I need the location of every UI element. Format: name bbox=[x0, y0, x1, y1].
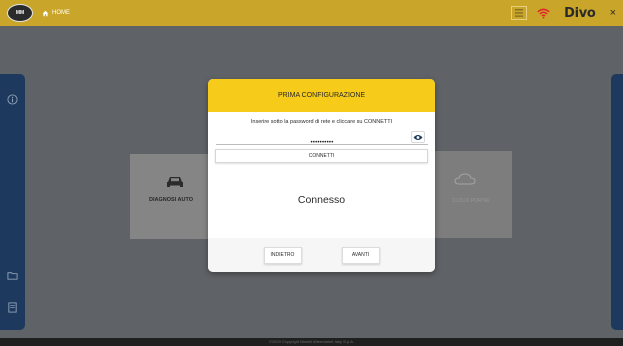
grid-menu-button[interactable] bbox=[511, 6, 528, 20]
brand-logo: MM bbox=[7, 4, 33, 22]
footer-copyright: ©2020 Copyright Marelli Aftermarket Ital… bbox=[0, 338, 623, 346]
password-row bbox=[216, 131, 428, 150]
dialog-title: PRIMA CONFIGURAZIONE bbox=[208, 79, 435, 112]
connection-status: Connesso bbox=[297, 194, 346, 206]
cloud-icon bbox=[454, 173, 476, 185]
document-icon[interactable] bbox=[7, 302, 18, 313]
info-icon[interactable] bbox=[7, 94, 18, 105]
close-button[interactable]: × bbox=[610, 7, 616, 19]
home-icon bbox=[42, 10, 49, 16]
home-breadcrumb[interactable]: HOME bbox=[42, 10, 70, 17]
configuration-dialog: PRIMA CONFIGURAZIONE Inserire sotto la p… bbox=[208, 79, 435, 272]
brand-name: Divo bbox=[564, 5, 596, 21]
dialog-actions: INDIETRO AVANTI bbox=[208, 238, 435, 272]
car-icon bbox=[167, 177, 183, 187]
connect-button[interactable]: CONNETTI bbox=[215, 149, 428, 163]
back-button[interactable]: INDIETRO bbox=[263, 246, 302, 264]
diagnosi-auto-card[interactable]: DIAGNOSI AUTO bbox=[130, 154, 212, 239]
right-sidebar bbox=[611, 74, 623, 330]
dialog-instruction: Inserire sotto la password di rete e cli… bbox=[250, 119, 393, 125]
left-sidebar bbox=[0, 74, 25, 330]
password-input[interactable] bbox=[216, 136, 428, 150]
card-label: DIAGNOSI AUTO bbox=[148, 197, 193, 203]
top-bar: MM HOME Divo × bbox=[0, 0, 623, 26]
home-label: HOME bbox=[52, 10, 70, 16]
grid-icon bbox=[515, 9, 524, 17]
wifi-icon[interactable] bbox=[537, 8, 550, 19]
next-button[interactable]: AVANTI bbox=[341, 246, 380, 264]
show-password-button[interactable] bbox=[411, 131, 425, 143]
folder-icon[interactable] bbox=[7, 270, 18, 281]
card-label: CLOUD PORTAL bbox=[451, 198, 491, 204]
eye-icon bbox=[413, 134, 423, 140]
cloud-portal-card[interactable]: CLOUD PORTAL bbox=[430, 151, 512, 238]
